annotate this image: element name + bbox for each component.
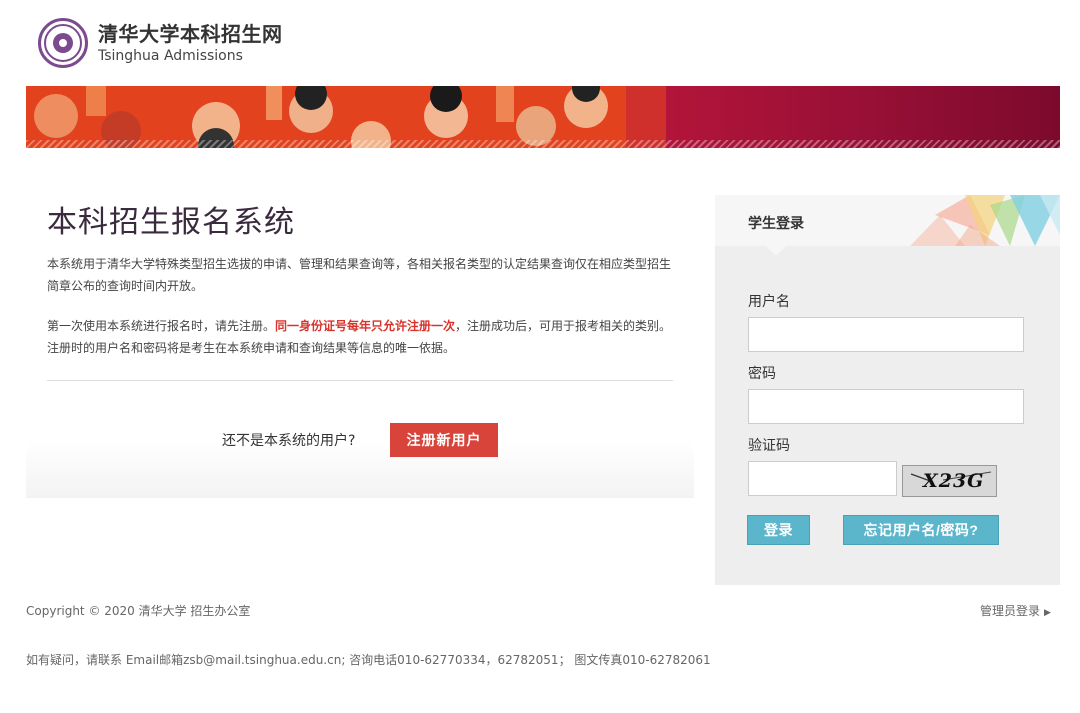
captcha-label: 验证码: [748, 438, 790, 454]
login-header-caret: [766, 246, 786, 256]
banner-stripe: [26, 140, 1060, 148]
admin-login-link[interactable]: 管理员登录 ▶: [980, 602, 1051, 619]
para2-before: 第一次使用本系统进行报名时，请先注册。: [47, 319, 276, 333]
seal-ring: [44, 24, 82, 62]
captcha-text: X23G: [923, 470, 985, 492]
captcha-input[interactable]: [748, 461, 897, 496]
header-banner: [26, 86, 1060, 148]
intro-paragraph-1: 本系统用于清华大学特殊类型招生选拔的申请、管理和结果查询等，各相关报名类型的认定…: [47, 257, 672, 293]
password-label: 密码: [748, 366, 776, 382]
username-input[interactable]: [748, 317, 1024, 352]
username-label: 用户名: [748, 294, 790, 310]
site-header: 清华大学本科招生网 Tsinghua Admissions: [38, 17, 283, 69]
geometric-decoration-icon: [910, 195, 1060, 246]
login-title: 学生登录: [748, 216, 804, 232]
site-name-cn: 清华大学本科招生网: [98, 21, 283, 46]
tsinghua-seal-icon[interactable]: [38, 18, 88, 68]
password-input[interactable]: [748, 389, 1024, 424]
copyright: Copyright © 2020 清华大学 招生办公室: [26, 604, 251, 618]
login-header: 学生登录: [715, 195, 1060, 246]
admin-login-label: 管理员登录: [980, 604, 1041, 618]
register-question: 还不是本系统的用户?: [222, 433, 356, 449]
brand[interactable]: 清华大学本科招生网 Tsinghua Admissions: [98, 22, 283, 65]
forgot-credentials-button[interactable]: 忘记用户名/密码?: [843, 515, 999, 545]
contact-info: 如有疑问，请联系 Email邮箱zsb@mail.tsinghua.edu.cn…: [26, 653, 711, 667]
login-button[interactable]: 登录: [747, 515, 810, 545]
divider: [47, 380, 673, 381]
site-name-en: Tsinghua Admissions: [98, 47, 243, 64]
captcha-image[interactable]: X23G: [902, 465, 997, 497]
seal-core: [53, 33, 73, 53]
crowd-photo-banner: [26, 86, 666, 148]
caret-right-icon: ▶: [1044, 608, 1051, 618]
intro-paragraph-2: 第一次使用本系统进行报名时，请先注册。同一身份证号每年只允许注册一次，注册成功后…: [47, 315, 677, 359]
register-button[interactable]: 注册新用户: [390, 423, 498, 457]
registration-warning: 同一身份证号每年只允许注册一次: [275, 319, 456, 333]
register-panel-bg: [26, 440, 694, 498]
page-title: 本科招生报名系统: [47, 205, 295, 240]
